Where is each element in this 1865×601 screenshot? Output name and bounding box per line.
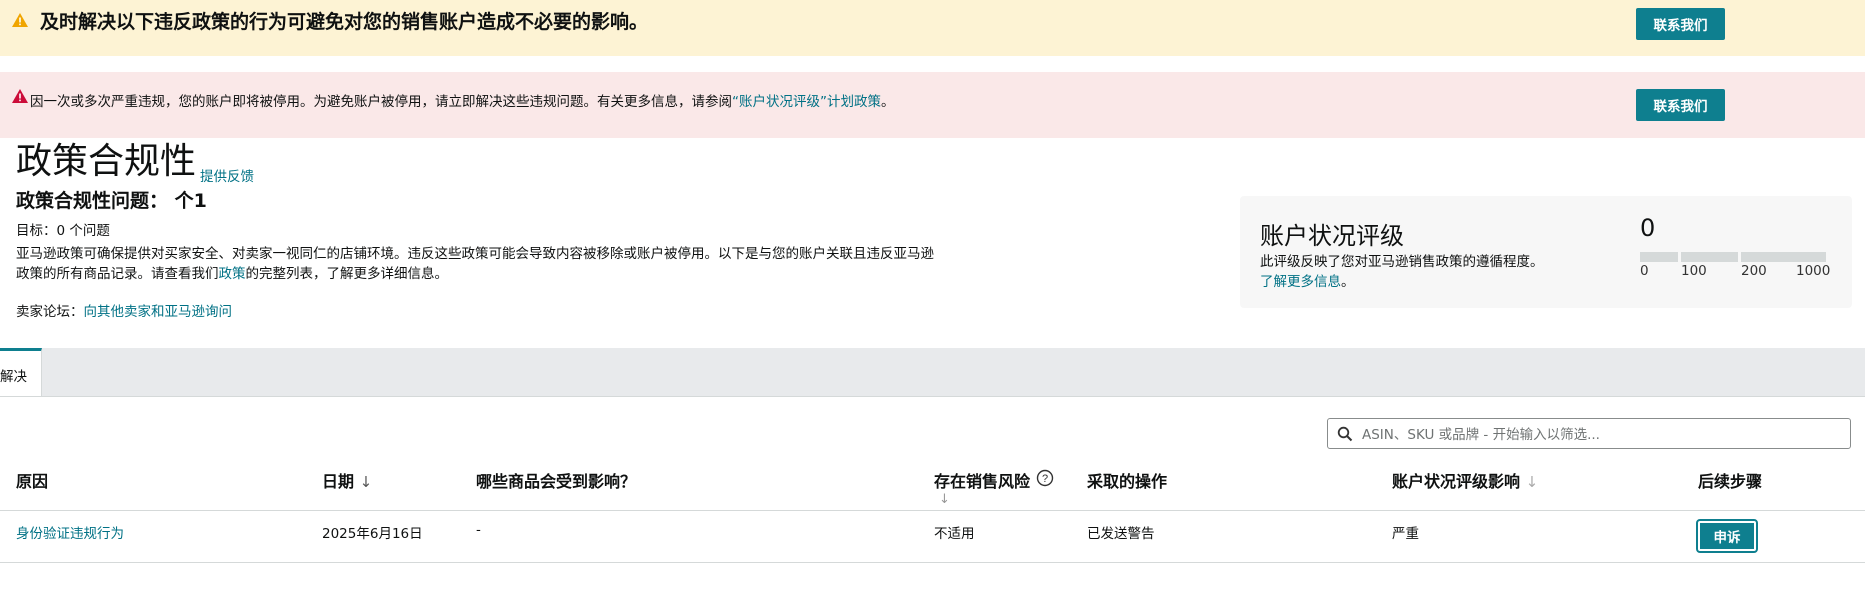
account-health-title: 账户状况评级: [1260, 222, 1404, 250]
impact-sort-arrow-icon[interactable]: ↓: [1526, 473, 1539, 491]
learn-more-period: 。: [1341, 274, 1355, 290]
seller-forum-label: 卖家论坛：: [16, 304, 84, 320]
score-bar-segment-1: [1640, 252, 1678, 262]
sales-risk: 不适用: [934, 526, 975, 542]
column-header-action: 采取的操作: [1087, 472, 1168, 491]
score-bar-segment-3: [1741, 252, 1826, 262]
table-row-divider: [0, 562, 1865, 563]
column-header-risk: 存在销售风险: [934, 472, 1031, 491]
score-scale-label-200: 200: [1741, 263, 1767, 279]
column-header-date[interactable]: 日期 ↓: [322, 468, 372, 492]
alert-triangle-icon: [12, 89, 28, 103]
column-header-impact-label: 账户状况评级影响: [1392, 472, 1521, 491]
appeal-button[interactable]: 申诉: [1696, 519, 1758, 553]
tab-strip: [0, 348, 1865, 397]
score-scale-label-0: 0: [1640, 263, 1649, 279]
account-health-score: 0: [1640, 214, 1656, 242]
tab-resolve-label: 解决: [0, 369, 27, 385]
contact-us-button-2[interactable]: 联系我们: [1636, 89, 1725, 121]
score-bar-segment-2: [1681, 252, 1738, 262]
violation-reason-link[interactable]: 身份验证违规行为: [16, 522, 124, 542]
contact-us-button[interactable]: 联系我们: [1636, 8, 1725, 40]
target-text: 目标：0 个问题: [16, 223, 110, 239]
seller-forum: 卖家论坛：向其他卖家和亚马逊询问: [16, 300, 232, 320]
column-header-date-label: 日期: [322, 472, 355, 491]
risk-sort-arrow-icon[interactable]: ↓: [939, 492, 950, 507]
account-health-card: 账户状况评级 此评级反映了您对亚马逊销售政策的遵循程度。了解更多信息。 0 0 …: [1240, 196, 1852, 308]
error-banner-text: 因一次或多次严重违规，您的账户即将被停用。为避免账户被停用，请立即解决这些违规问…: [30, 90, 895, 110]
page-title: 政策合规性: [16, 141, 197, 182]
issues-count-title: 政策合规性问题： 个1: [16, 190, 207, 212]
feedback-link[interactable]: 提供反馈: [200, 165, 254, 185]
column-header-next-steps: 后续步骤: [1698, 472, 1763, 491]
seller-forum-link[interactable]: 向其他卖家和亚马逊询问: [84, 304, 233, 320]
account-health-description-text: 此评级反映了您对亚马逊销售政策的遵循程度。: [1260, 254, 1544, 270]
affected-items: -: [476, 522, 481, 538]
error-banner-message: 因一次或多次严重违规，您的账户即将被停用。为避免账户被停用，请立即解决这些违规问…: [30, 94, 732, 110]
account-health-policy-link[interactable]: “账户状况评级”计划政策: [732, 94, 881, 110]
learn-more-link[interactable]: 了解更多信息: [1260, 274, 1341, 290]
help-circle-icon[interactable]: ?: [1036, 469, 1054, 487]
account-health-description: 此评级反映了您对亚马逊销售政策的遵循程度。了解更多信息。: [1260, 252, 1550, 292]
search-icon: [1337, 426, 1353, 442]
svg-text:?: ?: [1042, 473, 1048, 485]
policy-description-tail: 的完整列表，了解更多详细信息。: [245, 266, 449, 282]
column-header-impact[interactable]: 账户状况评级影响 ↓: [1392, 468, 1538, 492]
error-banner-period: 。: [881, 94, 895, 110]
health-impact: 严重: [1392, 526, 1419, 542]
table-header-divider: [0, 510, 1865, 511]
search-box[interactable]: [1327, 418, 1851, 449]
warning-banner-title: 及时解决以下违反政策的行为可避免对您的销售账户造成不必要的影响。: [40, 11, 649, 33]
violation-date: 2025年6月16日: [322, 526, 423, 542]
search-input[interactable]: [1360, 421, 1844, 448]
warning-triangle-icon: [12, 13, 28, 27]
policy-description: 亚马逊政策可确保提供对买家安全、对卖家一视同仁的店铺环境。违反这些政策可能会导致…: [16, 244, 946, 284]
sort-arrow-down-icon[interactable]: ↓: [360, 473, 373, 491]
column-header-affected: 哪些商品会受到影响？: [476, 472, 637, 491]
column-header-reason: 原因: [16, 472, 49, 491]
score-scale-label-1000: 1000: [1796, 263, 1831, 279]
policy-link[interactable]: 政策: [219, 266, 246, 282]
policy-description-text: 亚马逊政策可确保提供对买家安全、对卖家一视同仁的店铺环境。违反这些政策可能会导致…: [16, 246, 934, 282]
tab-resolve[interactable]: 解决: [0, 348, 42, 396]
score-scale-label-100: 100: [1681, 263, 1707, 279]
action-taken: 已发送警告: [1087, 526, 1155, 542]
